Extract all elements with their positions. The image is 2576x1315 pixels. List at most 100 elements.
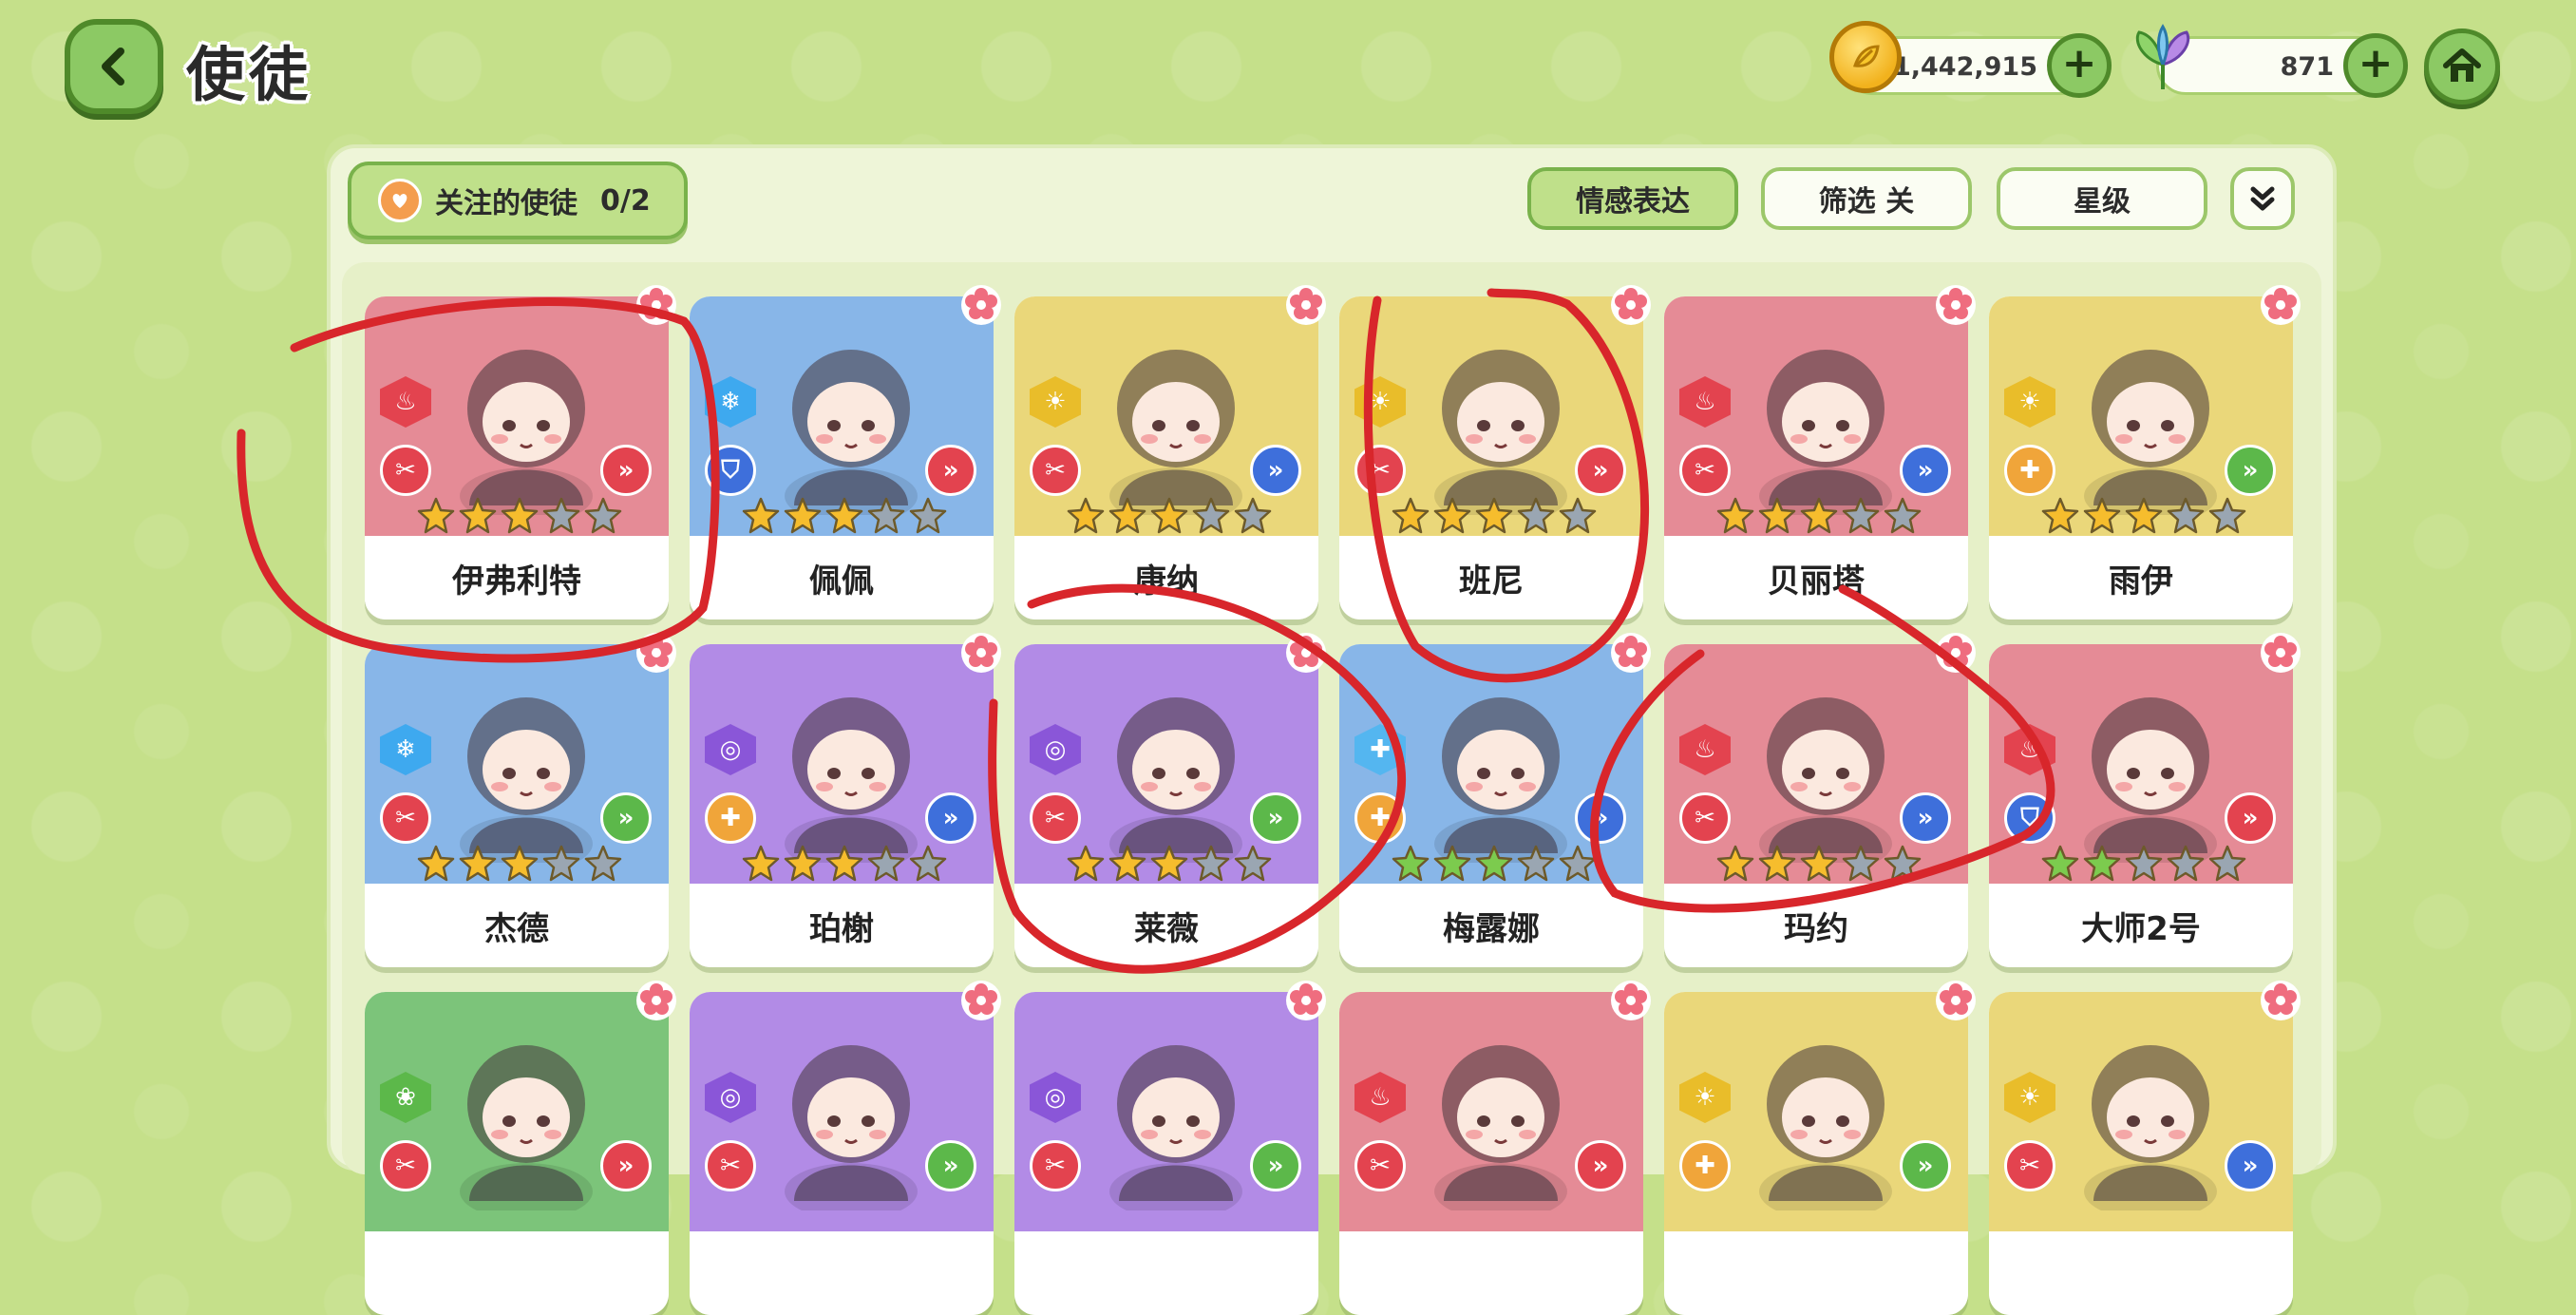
character-portrait (1759, 350, 1892, 515)
chevron-right-icon: » (1900, 792, 1951, 844)
character-card[interactable]: ☀ ✂» 康纳 (1014, 296, 1318, 619)
chevron-right-icon: » (1900, 445, 1951, 496)
chevron-right-icon: » (2225, 1140, 2276, 1191)
add-coins-button[interactable]: + (2047, 33, 2112, 98)
favorite-flower-icon[interactable] (1284, 631, 1328, 675)
add-gems-button[interactable]: + (2343, 33, 2408, 98)
star-rating (416, 844, 623, 884)
character-portrait (2084, 350, 2217, 515)
character-card[interactable]: ☀ ✚» 雨伊 (1989, 296, 2293, 619)
character-card[interactable]: ❀ ✂» (365, 992, 669, 1315)
character-card[interactable]: ☀ ✂» 班尼 (1339, 296, 1643, 619)
favorite-flower-icon[interactable] (1609, 979, 1653, 1022)
character-card[interactable]: ✚ ✚» 梅露娜 (1339, 644, 1643, 967)
character-name: 康纳 (1014, 536, 1318, 619)
heart-icon (378, 179, 422, 222)
character-portrait (785, 1045, 918, 1210)
attack-role-icon: ✂ (380, 792, 431, 844)
favorite-flower-icon[interactable] (1284, 283, 1328, 327)
attack-role-icon: ✂ (380, 445, 431, 496)
character-card[interactable]: ◎ ✂» 莱薇 (1014, 644, 1318, 967)
favorite-flower-icon[interactable] (1934, 979, 1978, 1022)
character-card[interactable]: ♨ ✂» 玛约 (1664, 644, 1968, 967)
character-name: 梅露娜 (1339, 884, 1643, 967)
character-name: 莱薇 (1014, 884, 1318, 967)
character-portrait (2084, 1045, 2217, 1210)
filter-button[interactable]: 筛选 关 (1761, 167, 1972, 230)
chevron-right-icon: » (925, 445, 976, 496)
favorite-flower-icon[interactable] (635, 979, 678, 1022)
favorite-flower-icon[interactable] (635, 283, 678, 327)
character-name: 玛约 (1664, 884, 1968, 967)
attack-role-icon: ✂ (380, 1140, 431, 1191)
character-name: 班尼 (1339, 536, 1643, 619)
favorite-flower-icon[interactable] (959, 979, 1003, 1022)
heal-role-icon: ✚ (1354, 792, 1406, 844)
character-portrait (785, 350, 918, 515)
favorite-flower-icon[interactable] (1609, 631, 1653, 675)
chevron-right-icon: » (1900, 1140, 1951, 1191)
star-rating (2040, 844, 2247, 884)
home-button[interactable] (2424, 29, 2500, 105)
favorite-flower-icon[interactable] (2259, 979, 2302, 1022)
star-rating (741, 844, 948, 884)
star-rating (741, 496, 948, 536)
character-card[interactable]: ♨ ✂» 伊弗利特 (365, 296, 669, 619)
character-portrait (2084, 697, 2217, 863)
character-card[interactable]: ◎ ✂» (1014, 992, 1318, 1315)
character-card[interactable]: ❄ ⛉» 佩佩 (690, 296, 994, 619)
chevron-right-icon: » (2225, 445, 2276, 496)
character-portrait (1759, 1045, 1892, 1210)
chevron-right-icon: » (1575, 792, 1626, 844)
character-card[interactable]: ☀ ✂» (1989, 992, 2293, 1315)
character-name: 杰德 (365, 884, 669, 967)
followed-apostles-button[interactable]: 关注的使徒 0/2 (348, 162, 688, 239)
favorite-flower-icon[interactable] (2259, 631, 2302, 675)
favorite-flower-icon[interactable] (1609, 283, 1653, 327)
back-button[interactable] (65, 19, 163, 114)
favorite-flower-icon[interactable] (635, 631, 678, 675)
character-name (365, 1231, 669, 1315)
favorite-flower-icon[interactable] (959, 631, 1003, 675)
character-card[interactable]: ♨ ⛉» 大师2号 (1989, 644, 2293, 967)
chevron-right-icon: » (600, 792, 652, 844)
chevron-right-icon: » (1250, 445, 1301, 496)
chevron-right-icon: » (1575, 445, 1626, 496)
character-card[interactable]: ❄ ✂» 杰德 (365, 644, 669, 967)
favorite-flower-icon[interactable] (2259, 283, 2302, 327)
star-rating (1715, 496, 1923, 536)
character-card[interactable]: ♨ ✂» 贝丽塔 (1664, 296, 1968, 619)
expand-button[interactable] (2230, 167, 2295, 230)
heal-role-icon: ✚ (2004, 445, 2055, 496)
followed-count: 0/2 (600, 183, 651, 218)
star-rating (1066, 844, 1273, 884)
favorite-flower-icon[interactable] (1934, 283, 1978, 327)
attack-role-icon: ✂ (2004, 1140, 2055, 1191)
character-name: 伊弗利特 (365, 536, 669, 619)
chevron-right-icon: » (2225, 792, 2276, 844)
character-portrait (1434, 350, 1567, 515)
attack-role-icon: ✂ (1030, 1140, 1081, 1191)
star-rating (2040, 496, 2247, 536)
shield-role-icon: ⛉ (705, 445, 756, 496)
chevron-right-icon: » (1250, 792, 1301, 844)
star-rating (416, 496, 623, 536)
character-portrait (1109, 697, 1242, 863)
character-portrait (1109, 1045, 1242, 1210)
character-card[interactable]: ◎ ✂» (690, 992, 994, 1315)
character-card[interactable]: ☀ ✚» (1664, 992, 1968, 1315)
character-card[interactable]: ◎ ✚» 珀榭 (690, 644, 994, 967)
crystal-flower-icon (2135, 24, 2190, 89)
star-rating (1066, 496, 1273, 536)
favorite-flower-icon[interactable] (1284, 979, 1328, 1022)
emotion-button[interactable]: 情感表达 (1527, 167, 1738, 230)
favorite-flower-icon[interactable] (959, 283, 1003, 327)
character-portrait (460, 350, 593, 515)
character-portrait (1434, 697, 1567, 863)
character-portrait (1434, 1045, 1567, 1210)
coin-value: 1,442,915 (1892, 52, 2037, 82)
star-rating (1715, 844, 1923, 884)
favorite-flower-icon[interactable] (1934, 631, 1978, 675)
character-card[interactable]: ♨ ✂» (1339, 992, 1643, 1315)
star-sort-button[interactable]: 星级 (1997, 167, 2207, 230)
